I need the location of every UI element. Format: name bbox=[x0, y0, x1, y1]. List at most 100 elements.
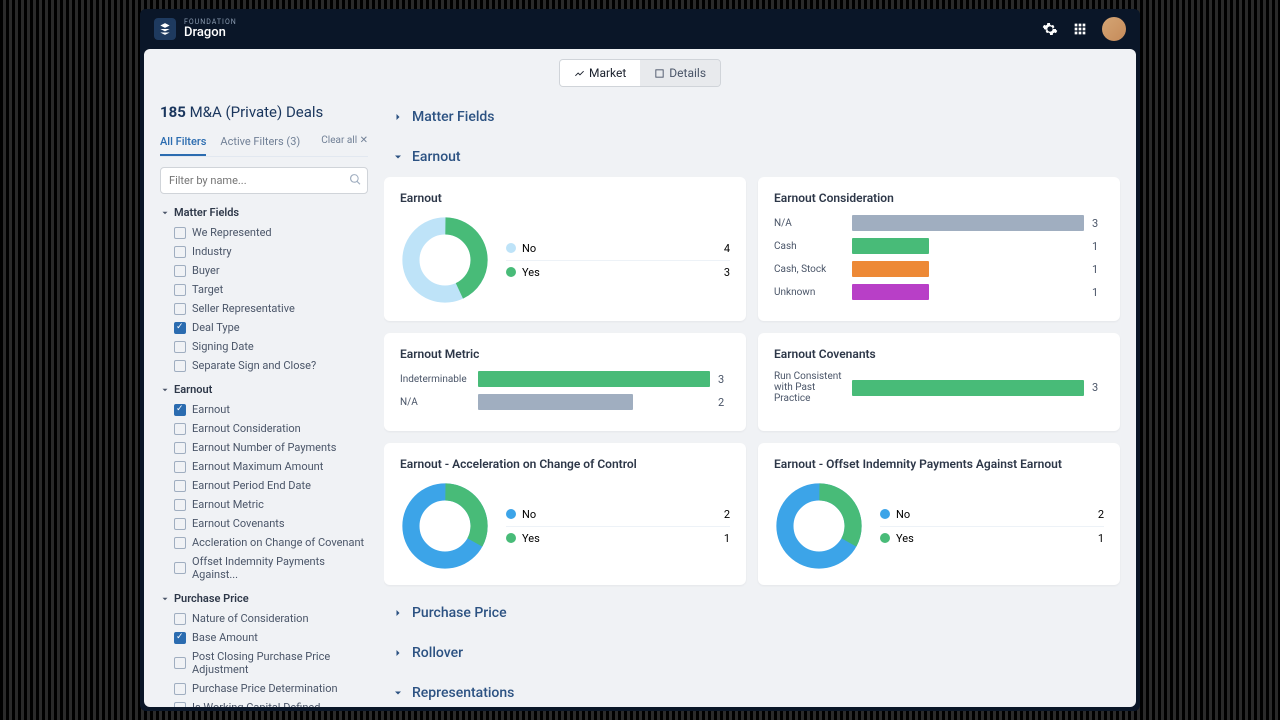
apps-icon[interactable] bbox=[1072, 21, 1088, 37]
clear-all-button[interactable]: Clear all ✕ bbox=[321, 135, 368, 152]
search-icon bbox=[349, 173, 362, 186]
legend-row: Yes1 bbox=[506, 527, 730, 550]
checkbox[interactable] bbox=[174, 702, 186, 708]
filter-item[interactable]: We Represented bbox=[160, 223, 368, 242]
checkbox[interactable] bbox=[174, 499, 186, 511]
filter-item[interactable]: Is Working Capital Defined bbox=[160, 698, 368, 707]
filter-label: Base Amount bbox=[192, 631, 258, 644]
filter-label: Offset Indemnity Payments Against... bbox=[192, 555, 368, 581]
filter-group[interactable]: Purchase Price bbox=[160, 592, 368, 605]
filter-tab-active[interactable]: Active Filters (3) bbox=[220, 135, 300, 156]
tab-market[interactable]: Market bbox=[560, 60, 640, 86]
card-consideration: Earnout Consideration N/A3Cash1Cash, Sto… bbox=[758, 177, 1120, 321]
checkbox[interactable] bbox=[174, 442, 186, 454]
checkbox[interactable] bbox=[174, 404, 186, 416]
filter-label: Purchase Price Determination bbox=[192, 682, 338, 695]
filter-item[interactable]: Purchase Price Determination bbox=[160, 679, 368, 698]
bar-row: Cash1 bbox=[774, 238, 1104, 254]
checkbox[interactable] bbox=[174, 265, 186, 277]
filter-label: Deal Type bbox=[192, 321, 240, 334]
filter-label: Separate Sign and Close? bbox=[192, 359, 316, 372]
filter-item[interactable]: Earnout Covenants bbox=[160, 514, 368, 533]
filter-item[interactable]: Earnout Number of Payments bbox=[160, 438, 368, 457]
bar-row: N/A3 bbox=[774, 215, 1104, 231]
filter-label: Buyer bbox=[192, 264, 220, 277]
avatar[interactable] bbox=[1102, 17, 1126, 41]
filter-label: Earnout bbox=[192, 403, 230, 416]
filter-label: Post Closing Purchase Price Adjustment bbox=[192, 650, 368, 676]
checkbox[interactable] bbox=[174, 657, 186, 669]
card-earnout: Earnout No4Yes3 bbox=[384, 177, 746, 321]
section-purchase-price[interactable]: Purchase Price bbox=[384, 593, 1120, 633]
filter-item[interactable]: Deal Type bbox=[160, 318, 368, 337]
checkbox[interactable] bbox=[174, 683, 186, 695]
section-rollover[interactable]: Rollover bbox=[384, 633, 1120, 673]
checkbox[interactable] bbox=[174, 537, 186, 549]
filter-item[interactable]: Buyer bbox=[160, 261, 368, 280]
checkbox[interactable] bbox=[174, 562, 186, 574]
filter-label: Industry bbox=[192, 245, 232, 258]
filter-label: We Represented bbox=[192, 226, 272, 239]
filter-item[interactable]: Seller Representative bbox=[160, 299, 368, 318]
filter-item[interactable]: Base Amount bbox=[160, 628, 368, 647]
checkbox[interactable] bbox=[174, 518, 186, 530]
filter-item[interactable]: Signing Date bbox=[160, 337, 368, 356]
filter-label: Earnout Period End Date bbox=[192, 479, 311, 492]
filter-item[interactable]: Earnout bbox=[160, 400, 368, 419]
checkbox[interactable] bbox=[174, 423, 186, 435]
legend-row: No2 bbox=[506, 503, 730, 527]
filter-item[interactable]: Separate Sign and Close? bbox=[160, 356, 368, 375]
card-offset: Earnout - Offset Indemnity Payments Agai… bbox=[758, 443, 1120, 585]
filter-label: Earnout Covenants bbox=[192, 517, 285, 530]
card-covenants: Earnout Covenants Run Consistent with Pa… bbox=[758, 333, 1120, 431]
section-matter-fields[interactable]: Matter Fields bbox=[384, 97, 1120, 137]
bar-row: Cash, Stock1 bbox=[774, 261, 1104, 277]
filter-item[interactable]: Accleration on Change of Covenant bbox=[160, 533, 368, 552]
filter-item[interactable]: Target bbox=[160, 280, 368, 299]
filter-item[interactable]: Earnout Consideration bbox=[160, 419, 368, 438]
checkbox[interactable] bbox=[174, 246, 186, 258]
checkbox[interactable] bbox=[174, 360, 186, 372]
filter-group[interactable]: Matter Fields bbox=[160, 206, 368, 219]
section-representations[interactable]: Representations bbox=[384, 673, 1120, 707]
checkbox[interactable] bbox=[174, 461, 186, 473]
view-toggle: Market Details bbox=[144, 49, 1136, 97]
filter-label: Nature of Consideration bbox=[192, 612, 309, 625]
filter-item[interactable]: Offset Indemnity Payments Against... bbox=[160, 552, 368, 584]
checkbox[interactable] bbox=[174, 341, 186, 353]
filter-item[interactable]: Earnout Maximum Amount bbox=[160, 457, 368, 476]
checkbox[interactable] bbox=[174, 322, 186, 334]
brand-title: Dragon bbox=[184, 26, 237, 39]
filter-group[interactable]: Earnout bbox=[160, 383, 368, 396]
filter-label: Earnout Consideration bbox=[192, 422, 301, 435]
filter-label: Seller Representative bbox=[192, 302, 295, 315]
tab-details[interactable]: Details bbox=[640, 60, 720, 86]
filter-item[interactable]: Nature of Consideration bbox=[160, 609, 368, 628]
checkbox[interactable] bbox=[174, 480, 186, 492]
checkbox[interactable] bbox=[174, 613, 186, 625]
filter-item[interactable]: Industry bbox=[160, 242, 368, 261]
search-input[interactable] bbox=[160, 167, 368, 194]
legend-row: Yes3 bbox=[506, 261, 730, 284]
checkbox[interactable] bbox=[174, 632, 186, 644]
checkbox[interactable] bbox=[174, 303, 186, 315]
checkbox[interactable] bbox=[174, 284, 186, 296]
filter-label: Accleration on Change of Covenant bbox=[192, 536, 364, 549]
section-earnout[interactable]: Earnout bbox=[384, 137, 1120, 177]
filter-tab-all[interactable]: All Filters bbox=[160, 135, 206, 156]
filter-item[interactable]: Post Closing Purchase Price Adjustment bbox=[160, 647, 368, 679]
gear-icon[interactable] bbox=[1042, 21, 1058, 37]
brand: FOUNDATION Dragon bbox=[154, 18, 237, 40]
bar-row: Unknown1 bbox=[774, 284, 1104, 300]
filter-item[interactable]: Earnout Metric bbox=[160, 495, 368, 514]
checkbox[interactable] bbox=[174, 227, 186, 239]
brand-icon bbox=[154, 18, 176, 40]
filter-label: Signing Date bbox=[192, 340, 254, 353]
card-accel: Earnout - Acceleration on Change of Cont… bbox=[384, 443, 746, 585]
card-metric: Earnout Metric Indeterminable3N/A2 bbox=[384, 333, 746, 431]
filter-label: Earnout Metric bbox=[192, 498, 264, 511]
filter-item[interactable]: Earnout Period End Date bbox=[160, 476, 368, 495]
filter-label: Earnout Number of Payments bbox=[192, 441, 336, 454]
filter-label: Target bbox=[192, 283, 223, 296]
chart-accel bbox=[400, 481, 490, 571]
